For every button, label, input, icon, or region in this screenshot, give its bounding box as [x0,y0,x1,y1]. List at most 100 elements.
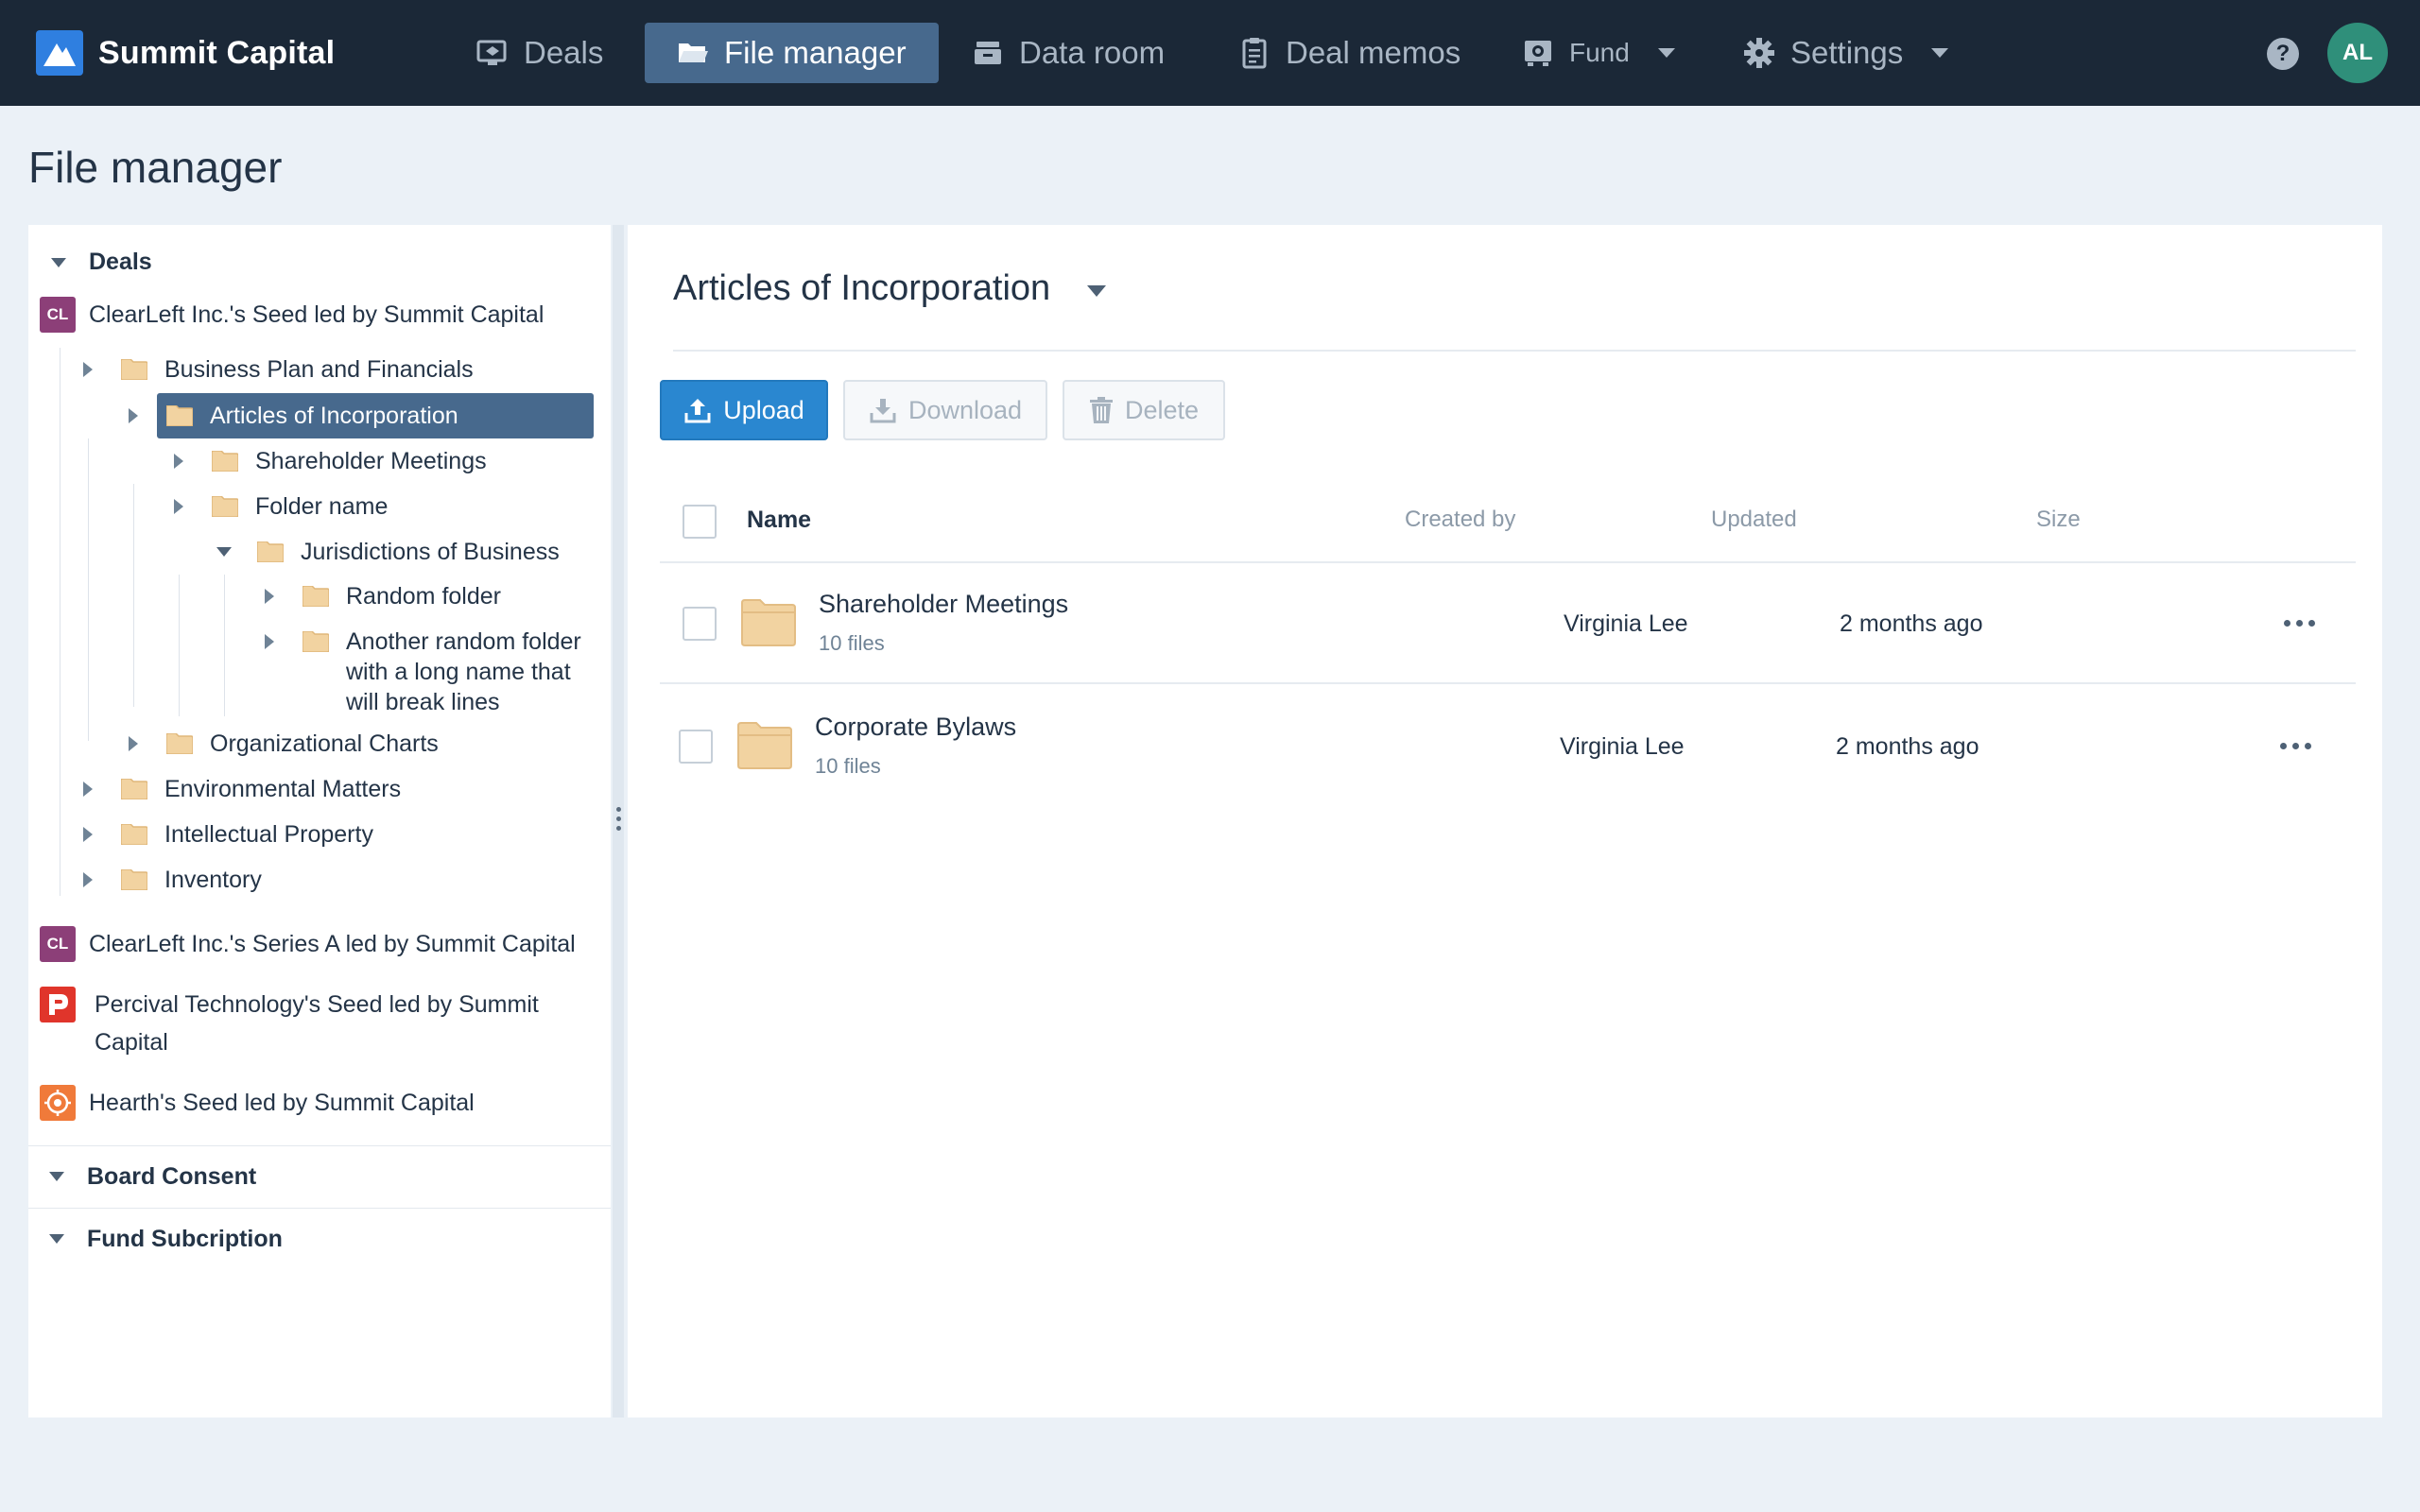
gear-icon [1743,37,1775,69]
more-options-icon[interactable] [2280,743,2312,750]
table-row-name[interactable]: Shareholder Meetings [819,590,1068,619]
tree-guide-line [179,575,180,716]
row-checkbox[interactable] [683,607,717,641]
folder-item-ip[interactable]: Intellectual Property [164,819,373,850]
column-header-size[interactable]: Size [2036,507,2081,533]
column-header-name[interactable]: Name [747,507,811,534]
folder-item-business-plan[interactable]: Business Plan and Financials [164,354,474,385]
section-board-consent[interactable]: Board Consent [87,1161,256,1192]
folder-item-another-random-line1[interactable]: Another random folder [346,627,581,657]
upload-label: Upload [723,395,804,424]
folder-icon [302,631,329,652]
nav-deal-memos-label: Deal memos [1286,35,1461,70]
table-row-file-count: 10 files [815,754,881,778]
section-fund-subscription[interactable]: Fund Subcription [87,1224,283,1254]
resize-handle[interactable] [613,225,624,1418]
download-label: Download [908,395,1023,424]
chevron-down-icon [1657,48,1675,58]
row-checkbox[interactable] [679,730,713,764]
folder-icon [212,451,238,472]
folder-icon [121,824,147,845]
column-header-created-by[interactable]: Created by [1405,507,1515,533]
deal-item-hearth[interactable]: Hearth's Seed led by Summit Capital [89,1088,475,1118]
nav-settings[interactable]: Settings [1711,23,1980,83]
chevron-right-icon[interactable] [83,872,93,887]
table-row-name[interactable]: Corporate Bylaws [815,713,1016,742]
download-button[interactable]: Download [843,380,1047,440]
nav-fund[interactable]: Fund [1490,23,1707,83]
nav-data-room[interactable]: Data room [940,23,1197,83]
chevron-down-icon[interactable] [49,1234,64,1244]
nav-deals-label: Deals [524,35,604,70]
chevron-right-icon[interactable] [129,736,138,751]
chevron-right-icon[interactable] [174,454,183,469]
delete-label: Delete [1124,395,1200,424]
select-all-checkbox[interactable] [683,505,717,539]
chevron-right-icon[interactable] [174,499,183,514]
chevron-down-icon[interactable] [51,258,66,267]
deal-badge: CL [40,297,76,333]
folder-icon [741,599,796,646]
fund-icon [1522,37,1554,69]
folder-icon [212,496,238,517]
folder-item-org-charts[interactable]: Organizational Charts [210,729,439,759]
clipboard-icon [1238,37,1270,69]
nav-file-manager[interactable]: File manager [645,23,939,83]
chevron-down-icon[interactable] [1087,285,1106,297]
tree-guide-line [133,484,134,707]
chevron-right-icon[interactable] [265,634,274,649]
deal-item-percival-line1[interactable]: Percival Technology's Seed led by Summit [95,989,539,1020]
divider [28,1145,611,1146]
page-title: File manager [28,143,283,192]
chevron-right-icon[interactable] [83,827,93,842]
table-row-created-by: Virginia Lee [1564,610,1688,637]
folder-icon [121,869,147,890]
percival-logo-icon [40,987,76,1022]
folder-item-folder-name[interactable]: Folder name [255,491,388,522]
more-options-icon[interactable] [2284,620,2316,627]
brand[interactable]: Summit Capital [36,30,335,76]
tree-guide-line [224,575,225,716]
nav-deals[interactable]: Deals [444,23,635,83]
deal-badge: CL [40,926,76,962]
upload-button[interactable]: Upload [660,380,828,440]
folder-item-another-random-line3[interactable]: will break lines [346,687,500,717]
chevron-right-icon[interactable] [129,408,138,423]
deal-item-clearleft-series-a[interactable]: ClearLeft Inc.'s Series A led by Summit … [89,929,576,959]
nav-file-manager-label: File manager [724,35,907,70]
top-navigation: Summit Capital Deals File manager Data r… [0,0,2420,106]
chevron-right-icon[interactable] [83,782,93,797]
drag-handle-icon [616,807,621,835]
chevron-down-icon[interactable] [49,1172,64,1181]
nav-settings-label: Settings [1790,35,1904,70]
folder-item-another-random-line2[interactable]: with a long name that [346,657,571,687]
deal-item-percival-line2[interactable]: Capital [95,1027,168,1057]
divider [673,350,2356,352]
chevron-right-icon[interactable] [83,362,93,377]
data-room-icon [972,37,1004,69]
folder-title[interactable]: Articles of Incorporation [673,268,1050,309]
divider [28,1208,611,1209]
folder-item-jurisdictions[interactable]: Jurisdictions of Business [301,537,560,567]
chevron-down-icon [1931,48,1949,58]
folder-icon [121,779,147,799]
divider [660,561,2356,563]
nav-deal-memos[interactable]: Deal memos [1206,23,1493,83]
avatar[interactable]: AL [2327,23,2388,83]
table-row-created-by: Virginia Lee [1560,733,1685,760]
brand-name: Summit Capital [98,34,336,71]
section-deals[interactable]: Deals [89,247,152,277]
download-icon [869,396,897,424]
chevron-down-icon[interactable] [216,547,232,557]
chevron-right-icon[interactable] [265,589,274,604]
folder-item-random-folder[interactable]: Random folder [346,581,501,611]
column-header-updated[interactable]: Updated [1711,507,1797,533]
delete-button[interactable]: Delete [1063,380,1225,440]
help-icon[interactable]: ? [2267,38,2299,70]
deal-item-clearleft-seed[interactable]: ClearLeft Inc.'s Seed led by Summit Capi… [89,300,544,330]
folder-item-articles[interactable]: Articles of Incorporation [210,401,458,431]
folder-item-inventory[interactable]: Inventory [164,865,262,895]
folder-icon [257,541,284,562]
folder-item-environmental[interactable]: Environmental Matters [164,774,401,804]
folder-item-shareholder-meetings[interactable]: Shareholder Meetings [255,446,487,476]
